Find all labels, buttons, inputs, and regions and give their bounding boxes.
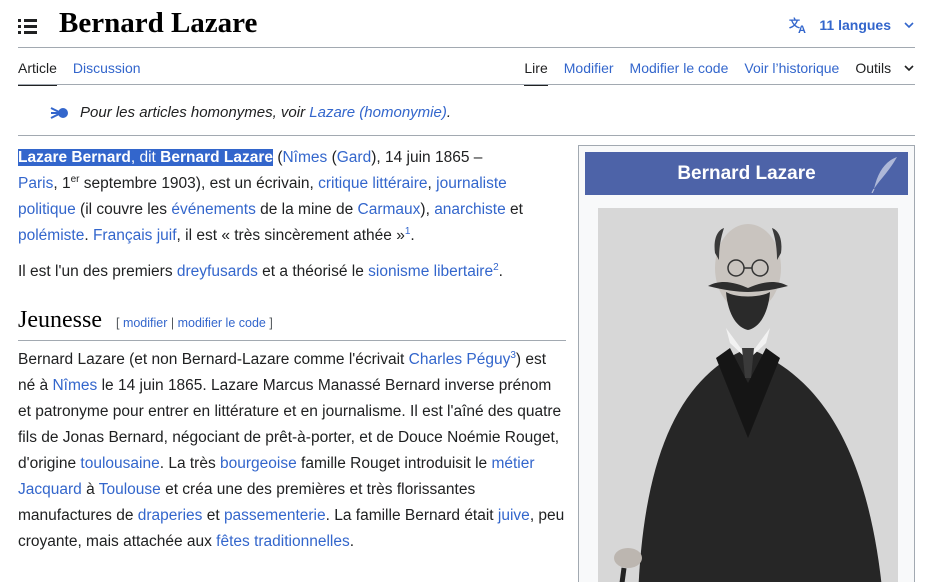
svg-text:A: A (798, 24, 806, 34)
bracket: [ (115, 316, 123, 330)
link-dreyfusards[interactable]: dreyfusards (177, 263, 258, 280)
text-fragment: , (427, 175, 437, 192)
hatnote-divider (18, 135, 915, 136)
link-nimes-2[interactable]: Nîmes (52, 377, 97, 394)
link-anarchiste[interactable]: anarchiste (434, 201, 506, 218)
chevron-down-icon (904, 22, 914, 29)
section-edit-source-link[interactable]: modifier le code (178, 316, 266, 330)
section-edit-link[interactable]: modifier (123, 316, 167, 330)
page-title: Bernard Lazare (59, 7, 258, 39)
hatnote: Pour les articles homonymes, voir Lazare… (50, 104, 451, 121)
view-tabs: Lire Modifier Modifier le code Voir l’hi… (508, 60, 915, 86)
hatnote-text: Pour les articles homonymes, voir (80, 104, 306, 121)
link-fetes[interactable]: fêtes traditionnelles (216, 533, 350, 550)
text-fragment: . La famille Bernard était (325, 507, 498, 524)
link-polemiste[interactable]: polémiste (18, 227, 84, 244)
text-fragment: à (81, 481, 99, 498)
article-body: Lazare Bernard, dit Bernard Lazare (Nîme… (18, 145, 566, 555)
section-heading-jeunesse: Jeunesse [ modifier | modifier le code ] (18, 305, 566, 341)
link-gard[interactable]: Gard (337, 149, 371, 166)
link-francais-juif[interactable]: Français juif (93, 227, 177, 244)
text-fragment: ), 14 juin 1865 – (371, 149, 483, 166)
link-toulouse[interactable]: Toulouse (99, 481, 161, 498)
link-nimes[interactable]: Nîmes (282, 149, 327, 166)
disambiguation-icon (50, 106, 68, 119)
hatnote-link[interactable]: Lazare (homonymie) (309, 104, 447, 121)
hatnote-end: . (446, 104, 451, 121)
text-fragment: de la mine de (255, 201, 358, 218)
portrait-image (598, 208, 898, 582)
text-fragment: famille Rouget introduisit le (296, 455, 492, 472)
section-edit-links: [ modifier | modifier le code ] (116, 310, 273, 336)
portrait-photo[interactable] (598, 208, 898, 582)
tools-menu[interactable]: Outils (855, 60, 915, 84)
text-fragment: . (410, 227, 415, 244)
tabs-divider (18, 84, 915, 85)
link-draperies[interactable]: draperies (138, 507, 203, 524)
infobox-title: Bernard Lazare (677, 162, 816, 184)
text-fragment: ), (420, 201, 435, 218)
link-evenements[interactable]: événements (171, 201, 255, 218)
text-fragment: et (202, 507, 224, 524)
link-juive[interactable]: juive (498, 507, 530, 524)
link-passementerie[interactable]: passementerie (224, 507, 326, 524)
bracket: ] (265, 316, 273, 330)
link-carmaux[interactable]: Carmaux (358, 201, 421, 218)
subject-name: Lazare Bernard (18, 149, 131, 166)
text-fragment: . (498, 263, 503, 280)
namespace-tabs: Article Discussion (18, 60, 157, 86)
text-fragment: Il est l'un des premiers (18, 263, 177, 280)
tab-edit[interactable]: Modifier (564, 60, 614, 84)
infobox-header: Bernard Lazare (585, 152, 908, 195)
text-fragment: septembre 1903), est un écrivain, (79, 175, 319, 192)
tab-article[interactable]: Article (18, 60, 57, 86)
language-count: 11 langues (819, 17, 891, 33)
separator: | (167, 316, 178, 330)
tab-edit-source[interactable]: Modifier le code (630, 60, 729, 84)
tools-label: Outils (855, 60, 892, 76)
text-fragment: . (84, 227, 93, 244)
subject-alias: Bernard Lazare (160, 149, 274, 166)
text-fragment: , il est « très sincèrement athée » (176, 227, 405, 244)
second-paragraph: Il est l'un des premiers dreyfusards et … (18, 259, 566, 285)
section-title: Jeunesse (18, 307, 102, 333)
infobox: Bernard Lazare (578, 145, 915, 582)
link-bourgeoise[interactable]: bourgeoise (220, 455, 297, 472)
translate-icon: 文 A (789, 16, 806, 34)
link-paris[interactable]: Paris (18, 175, 53, 192)
chevron-down-icon (904, 65, 914, 72)
jeunesse-paragraph: Bernard Lazare (et non Bernard-Lazare co… (18, 347, 566, 555)
text-fragment: , 1 (53, 175, 71, 192)
tab-discussion[interactable]: Discussion (73, 60, 141, 84)
link-toulousaine[interactable]: toulousaine (80, 455, 159, 472)
main-menu-icon[interactable] (18, 17, 38, 35)
text-fragment: et a théorisé le (257, 263, 369, 280)
title-divider (18, 47, 915, 48)
link-peguy[interactable]: Charles Péguy (409, 351, 511, 368)
text-fragment: . (349, 533, 355, 550)
language-button[interactable]: 文 A 11 langues (789, 16, 915, 34)
link-sionisme[interactable]: sionisme libertaire (368, 263, 493, 280)
tab-read[interactable]: Lire (524, 60, 549, 86)
link-critique[interactable]: critique littéraire (318, 175, 427, 192)
intro-paragraph: Lazare Bernard, dit Bernard Lazare (Nîme… (18, 145, 566, 249)
text-fragment: . La très (159, 455, 221, 472)
text-fragment: et (505, 201, 523, 218)
text-fragment: Bernard Lazare (et non Bernard-Lazare co… (18, 351, 409, 368)
text-fragment: , dit (130, 149, 161, 166)
text-fragment: ( (327, 149, 337, 166)
quill-icon (871, 157, 897, 193)
text-fragment: (il couvre les (75, 201, 172, 218)
tab-history[interactable]: Voir l’historique (744, 60, 839, 84)
